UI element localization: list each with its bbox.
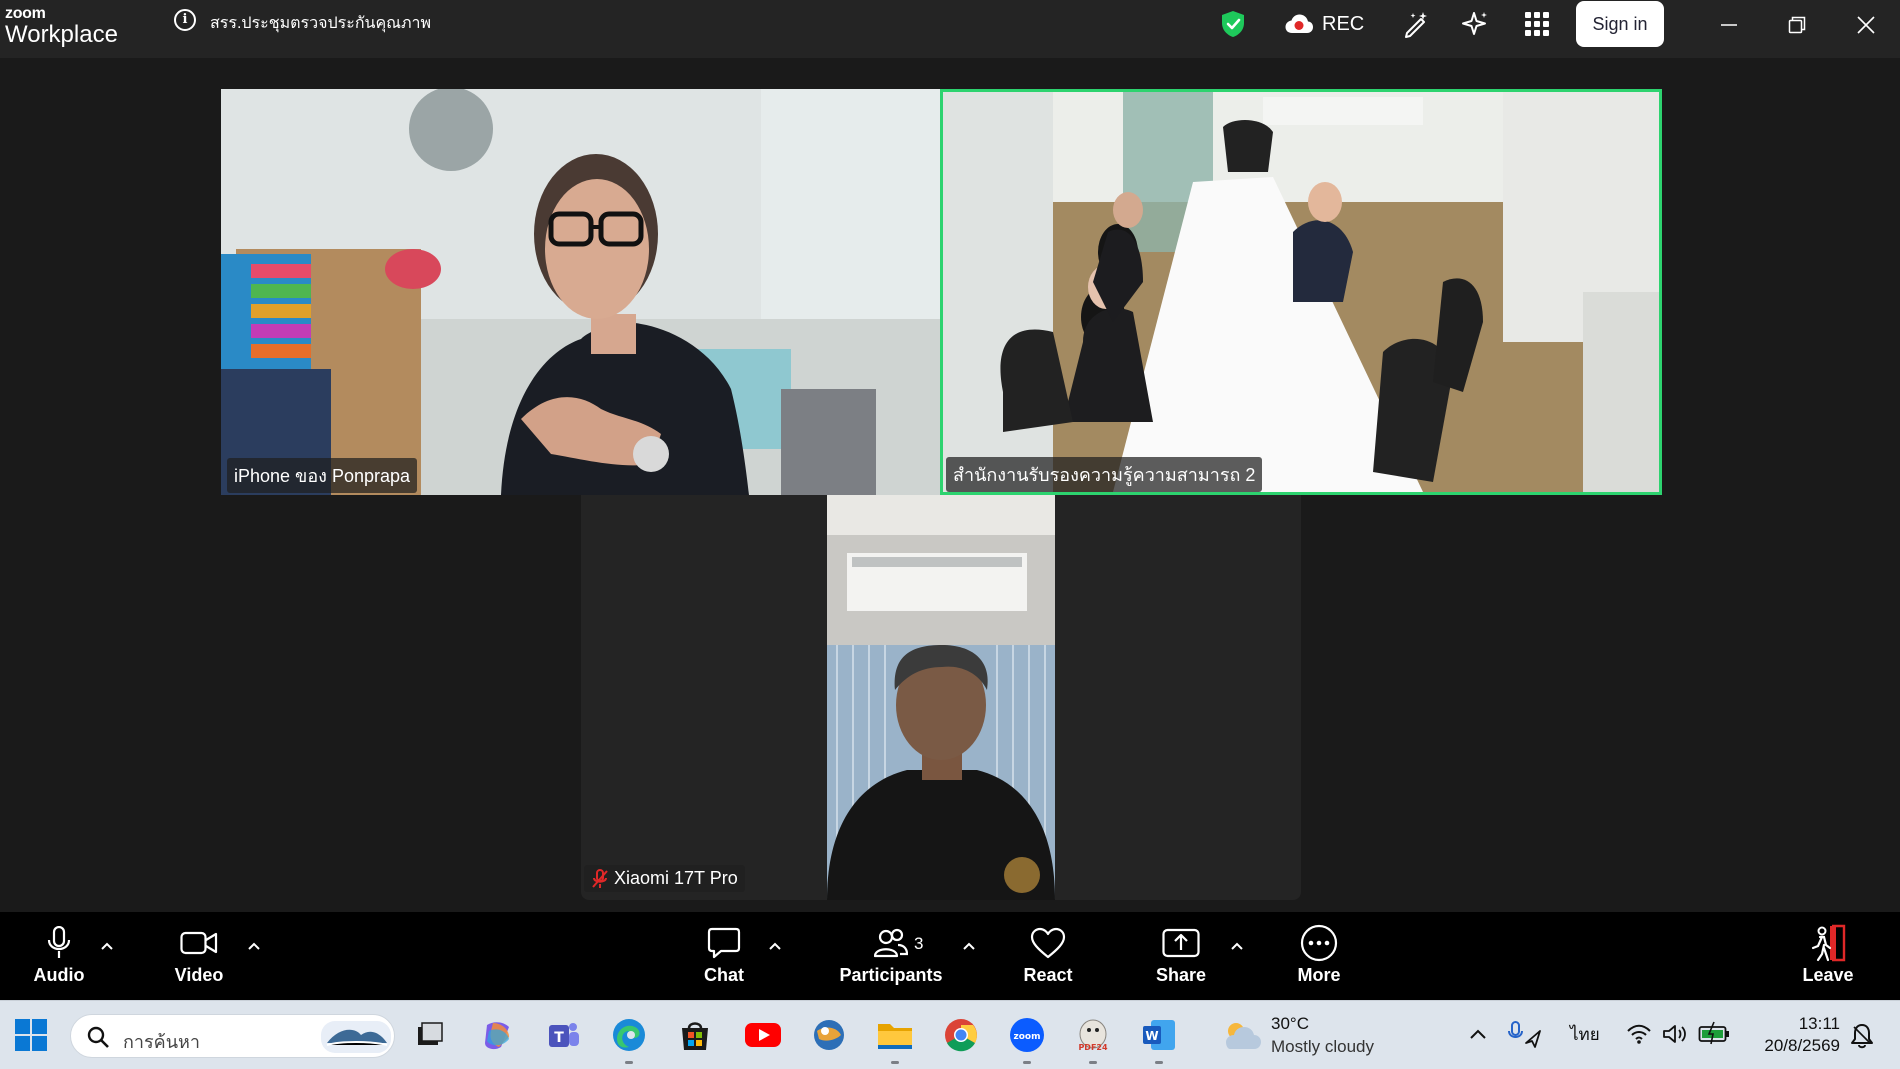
meeting-title: สรร.ประชุมตรวจประกันคุณภาพ	[210, 15, 432, 32]
leave-button[interactable]: Leave	[1796, 912, 1860, 1000]
svg-text:W: W	[1145, 1029, 1158, 1043]
rec-label: REC	[1322, 12, 1365, 35]
magic-pen-icon[interactable]	[1401, 9, 1431, 39]
zoom-workplace-logo: zoom Workplace	[5, 6, 118, 47]
participant-name-label: สำนักงานรับรองความรู้ความสามารถ 2	[946, 457, 1263, 492]
teams-icon[interactable]: T	[542, 1014, 584, 1056]
store-icon[interactable]	[674, 1014, 716, 1056]
shield-check-icon[interactable]	[1220, 10, 1246, 38]
svg-text:T: T	[554, 1030, 564, 1046]
ai-sparkle-icon[interactable]	[1460, 9, 1490, 39]
edge-icon[interactable]	[608, 1014, 650, 1064]
participants-count-badge: 3	[914, 934, 924, 953]
chat-bubble-icon	[707, 927, 741, 959]
title-bar: zoom Workplace i สรร.ประชุมตรวจประกันคุณ…	[0, 0, 1900, 58]
react-button[interactable]: React	[1014, 912, 1082, 1000]
cloud-record-icon	[1285, 14, 1313, 33]
brand-workplace-text: Workplace	[5, 21, 118, 48]
taskbar-search-input[interactable]: การค้นหา	[70, 1014, 395, 1058]
file-explorer-icon[interactable]	[874, 1014, 916, 1064]
share-screen-icon	[1162, 928, 1200, 958]
apps-grid-icon[interactable]	[1522, 9, 1552, 39]
search-highlight-icon	[321, 1021, 391, 1053]
heart-icon	[1030, 927, 1066, 959]
video-options-chevron-icon[interactable]	[245, 938, 263, 954]
participants-label: Participants	[839, 965, 943, 985]
participant-2-video-feed	[943, 92, 1659, 492]
svg-text:zoom: zoom	[1014, 1032, 1041, 1042]
search-icon	[87, 1026, 109, 1048]
video-label: Video	[174, 965, 224, 985]
zoom-meeting-window: zoom Workplace i สรร.ประชุมตรวจประกันคุณ…	[0, 0, 1900, 1069]
search-placeholder: การค้นหา	[123, 1032, 200, 1052]
zoom-icon[interactable]: zoom	[1006, 1014, 1048, 1064]
sign-in-button[interactable]: Sign in	[1576, 1, 1664, 47]
participant-1-video-feed	[221, 89, 942, 495]
video-tile-participant-1[interactable]: iPhone ของ Ponprapa	[221, 89, 942, 495]
pdf24-icon[interactable]: PDF24	[1072, 1014, 1114, 1064]
word-icon[interactable]: W	[1138, 1014, 1180, 1064]
more-button[interactable]: More	[1286, 912, 1352, 1000]
minimize-icon[interactable]	[1714, 10, 1744, 40]
participants-button[interactable]: Participants	[838, 912, 944, 1000]
clock-date: 20/8/2569	[1764, 1036, 1840, 1055]
participants-options-chevron-icon[interactable]	[960, 938, 978, 954]
clock-time: 13:11	[1798, 1014, 1840, 1033]
more-label: More	[1297, 965, 1341, 985]
wifi-icon[interactable]	[1626, 1023, 1652, 1045]
audio-label: Audio	[33, 965, 85, 985]
start-icon[interactable]	[10, 1014, 52, 1056]
svg-text:PDF24: PDF24	[1078, 1043, 1108, 1052]
participant-name-label: iPhone ของ Ponprapa	[227, 458, 418, 493]
share-label: Share	[1155, 965, 1207, 985]
weather-description: Mostly cloudy	[1271, 1037, 1374, 1056]
chat-button[interactable]: Chat	[692, 912, 756, 1000]
notification-bell-icon[interactable]	[1850, 1023, 1874, 1049]
participant-3-video-feed	[827, 495, 1055, 900]
battery-charging-icon[interactable]	[1698, 1021, 1730, 1045]
weather-temperature: 30°C	[1271, 1014, 1309, 1033]
volume-icon[interactable]	[1662, 1023, 1688, 1045]
more-dots-icon	[1300, 924, 1338, 962]
windows-taskbar: การค้นหา T zoom PDF24 W 30°C Mostly clou…	[0, 1000, 1900, 1069]
react-label: React	[1023, 965, 1073, 985]
input-language-indicator[interactable]: ไทย	[1570, 1021, 1600, 1048]
leave-label: Leave	[1802, 965, 1854, 985]
mic-location-tray-icon[interactable]	[1508, 1021, 1542, 1049]
participant-name-label: Xiaomi 17T Pro	[614, 868, 738, 888]
record-button[interactable]: REC	[1284, 10, 1364, 38]
video-camera-icon	[180, 931, 218, 955]
weather-cloudy-icon[interactable]	[1220, 1015, 1262, 1057]
microphone-icon	[47, 926, 71, 958]
participants-icon	[874, 928, 908, 958]
mic-muted-icon	[592, 868, 608, 888]
meeting-info-icon[interactable]: i	[174, 9, 196, 31]
audio-options-chevron-icon[interactable]	[98, 938, 116, 954]
leave-exit-icon	[1811, 924, 1846, 962]
close-icon[interactable]	[1851, 10, 1881, 40]
chat-options-chevron-icon[interactable]	[766, 938, 784, 954]
restore-icon[interactable]	[1782, 10, 1812, 40]
share-options-chevron-icon[interactable]	[1228, 938, 1246, 954]
brand-zoom-text: zoom	[5, 5, 46, 22]
youtube-icon[interactable]	[742, 1014, 784, 1056]
chrome-icon[interactable]	[940, 1014, 982, 1056]
system-clock[interactable]: 13:11 20/8/2569	[1740, 1013, 1840, 1057]
task-view-icon[interactable]	[408, 1014, 450, 1056]
chat-label: Chat	[704, 965, 744, 985]
participant-3-label: Xiaomi 17T Pro	[584, 865, 745, 892]
share-button[interactable]: Share	[1148, 912, 1214, 1000]
copilot-icon[interactable]	[476, 1014, 518, 1056]
video-tile-participant-2[interactable]: สำนักงานรับรองความรู้ความสามารถ 2	[940, 89, 1662, 495]
audio-button[interactable]: Audio	[22, 912, 96, 1000]
app-icon[interactable]	[808, 1014, 850, 1056]
video-button[interactable]: Video	[162, 912, 236, 1000]
show-hidden-icons-chevron-icon[interactable]	[1468, 1026, 1488, 1042]
meeting-controls-bar: Audio Video Chat Participants 3 React Sh…	[0, 912, 1900, 1000]
